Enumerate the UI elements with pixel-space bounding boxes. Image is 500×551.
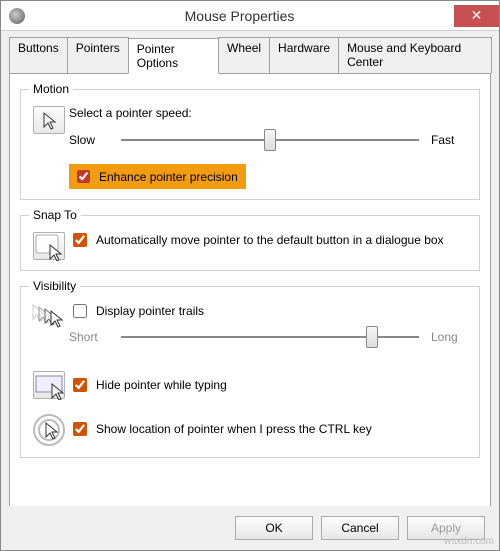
group-snapto: Snap To Automatically move [20,208,480,271]
group-visibility: Visibility [20,279,480,458]
dialog-content: Buttons Pointers Pointer Options Wheel H… [1,31,499,506]
ctrl-locate-row[interactable]: Show location of pointer when I press th… [69,419,471,439]
trails-row[interactable]: Display pointer trails [69,301,471,321]
fast-label: Fast [431,133,471,147]
hide-typing-icon [33,371,65,399]
hide-typing-row[interactable]: Hide pointer while typing [69,375,471,395]
tab-pointer-options[interactable]: Pointer Options [128,38,219,74]
ctrl-locate-label: Show location of pointer when I press th… [96,422,372,436]
tab-pointers[interactable]: Pointers [67,37,129,73]
hide-typing-label: Hide pointer while typing [96,378,227,392]
close-button[interactable]: ✕ [454,5,499,27]
tab-wheel[interactable]: Wheel [218,37,270,73]
snapto-checkbox[interactable] [73,233,87,247]
tab-hardware[interactable]: Hardware [269,37,339,73]
cursor-icon [33,106,65,134]
pointer-speed-label: Select a pointer speed: [69,106,471,120]
slow-label: Slow [69,133,109,147]
enhance-precision-checkbox[interactable] [77,170,90,183]
tab-mouse-keyboard-center[interactable]: Mouse and Keyboard Center [338,37,492,73]
enhance-precision-label: Enhance pointer precision [99,170,238,184]
group-motion: Motion Select a pointer speed: Slow [20,82,480,200]
enhance-precision-row[interactable]: Enhance pointer precision [69,164,246,189]
mouse-icon [9,8,25,24]
tab-strip: Buttons Pointers Pointer Options Wheel H… [9,37,491,74]
legend-visibility: Visibility [29,279,80,293]
mouse-properties-dialog: Mouse Properties ✕ Buttons Pointers Poin… [0,0,500,551]
trails-short-label: Short [69,330,109,344]
button-bar: OK Cancel Apply [1,506,499,550]
trails-label: Display pointer trails [96,304,204,318]
legend-motion: Motion [29,82,73,96]
trails-length-slider [121,325,419,349]
snapto-icon [33,232,65,260]
titlebar: Mouse Properties ✕ [1,1,499,31]
snapto-label: Automatically move pointer to the defaul… [96,233,444,247]
tab-panel-pointer-options: Motion Select a pointer speed: Slow [9,73,491,506]
trails-checkbox[interactable] [73,304,87,318]
ok-button[interactable]: OK [235,516,313,540]
cancel-button[interactable]: Cancel [321,516,399,540]
trails-long-label: Long [431,330,471,344]
trails-icon [31,303,67,331]
hide-typing-checkbox[interactable] [73,378,87,392]
watermark: wsxdn.com [444,536,494,547]
snapto-row[interactable]: Automatically move pointer to the defaul… [69,230,471,250]
ctrl-locate-icon [32,413,66,447]
ctrl-locate-checkbox[interactable] [73,422,87,436]
window-title: Mouse Properties [25,8,454,24]
tab-buttons[interactable]: Buttons [9,37,68,73]
pointer-speed-slider[interactable] [121,128,419,152]
legend-snapto: Snap To [29,208,81,222]
